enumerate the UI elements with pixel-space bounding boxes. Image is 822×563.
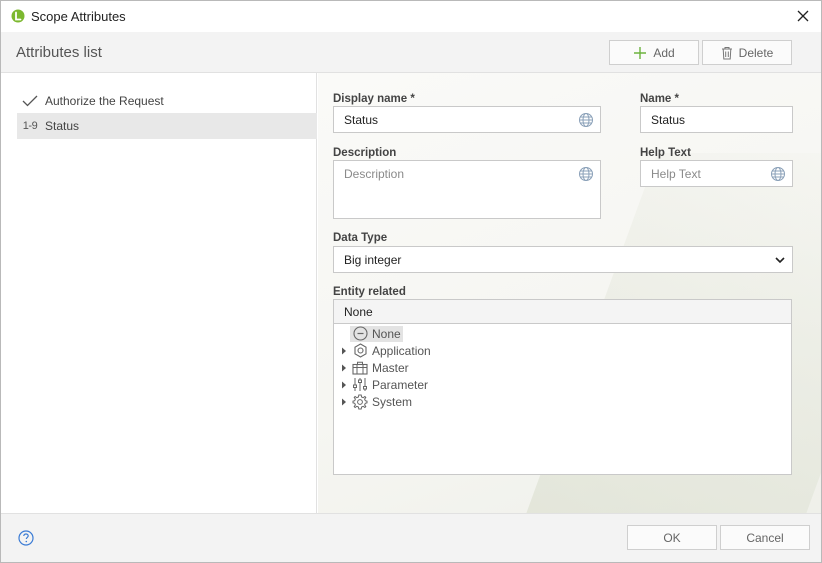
list-item-label: Status (45, 119, 80, 133)
minus-circle-icon (352, 326, 368, 341)
name-field[interactable] (640, 106, 793, 133)
footer-bar: OK Cancel (1, 513, 821, 562)
list-item-label: Authorize the Request (45, 94, 164, 108)
tree-item-label: Application (372, 343, 431, 358)
tree-item-system[interactable]: System (338, 393, 414, 410)
translate-globe-icon[interactable] (578, 166, 594, 182)
entity-selected-text: None (344, 304, 373, 319)
translate-globe-icon[interactable] (578, 112, 594, 128)
attributes-list: Authorize the Request 1-9 Status (1, 73, 317, 513)
delete-button[interactable]: Delete (702, 40, 792, 65)
entity-related-label: Entity related (333, 286, 406, 298)
trash-icon (721, 46, 732, 59)
tree-item-master[interactable]: Master (338, 359, 411, 376)
list-item[interactable]: 1-9 Status (17, 113, 317, 139)
ok-button[interactable]: OK (627, 525, 717, 550)
display-name-field[interactable] (333, 106, 601, 133)
tree-item-label: Parameter (372, 377, 429, 392)
delete-button-label: Delete (738, 45, 774, 60)
tree-item-parameter[interactable]: Parameter (338, 376, 430, 393)
tree-item-label: Master (372, 360, 409, 375)
cancel-button[interactable]: Cancel (720, 525, 810, 550)
entity-selected-value[interactable]: None (334, 300, 791, 324)
description-input[interactable] (334, 161, 600, 218)
list-item[interactable]: Authorize the Request (17, 88, 317, 114)
dialog-window: Scope Attributes Attributes list Add Del… (0, 0, 822, 563)
details-panel: Display name * Name * Description Hel (318, 73, 821, 513)
hexagon-icon (353, 343, 367, 358)
chevron-down-icon (775, 257, 785, 264)
check-icon (22, 95, 38, 107)
help-icon[interactable] (18, 530, 34, 546)
data-type-select[interactable]: Big integer (333, 246, 793, 273)
title-bar: Scope Attributes (1, 1, 821, 32)
description-field[interactable] (333, 160, 601, 219)
plus-icon (634, 46, 647, 59)
expand-arrow-icon[interactable] (341, 398, 347, 406)
tree-item-none[interactable]: None (338, 325, 403, 342)
gear-icon (352, 394, 368, 409)
tree-item-application[interactable]: Application (338, 342, 433, 359)
ok-button-label: OK (663, 530, 681, 545)
cancel-button-label: Cancel (746, 530, 784, 545)
window-title: Scope Attributes (31, 9, 126, 24)
header-bar: Attributes list Add Delete (1, 32, 821, 73)
expand-arrow-icon[interactable] (341, 381, 347, 389)
close-icon (797, 10, 809, 22)
data-type-value: Big integer (344, 252, 402, 267)
name-label: Name * (640, 93, 679, 105)
integer-icon: 1-9 (22, 120, 38, 132)
display-name-label: Display name * (333, 93, 415, 105)
expand-arrow-icon[interactable] (341, 347, 347, 355)
entity-related-picker: None None Application Master Parameter S… (333, 299, 792, 475)
add-button-label: Add (653, 45, 675, 60)
help-text-field[interactable] (640, 160, 793, 187)
close-button[interactable] (791, 5, 815, 27)
display-name-input[interactable] (344, 112, 600, 127)
help-text-label: Help Text (640, 147, 691, 159)
description-label: Description (333, 147, 397, 159)
name-input[interactable] (651, 112, 792, 127)
translate-globe-icon[interactable] (770, 166, 786, 182)
app-leaf-icon (11, 9, 25, 23)
sliders-icon (353, 378, 367, 391)
page-title: Attributes list (16, 44, 102, 61)
tree-item-label: None (372, 326, 401, 341)
tree-item-label: System (372, 394, 413, 409)
expand-arrow-icon[interactable] (341, 364, 347, 372)
briefcase-icon (352, 361, 368, 375)
data-type-label: Data Type (333, 232, 388, 244)
add-button[interactable]: Add (609, 40, 699, 65)
